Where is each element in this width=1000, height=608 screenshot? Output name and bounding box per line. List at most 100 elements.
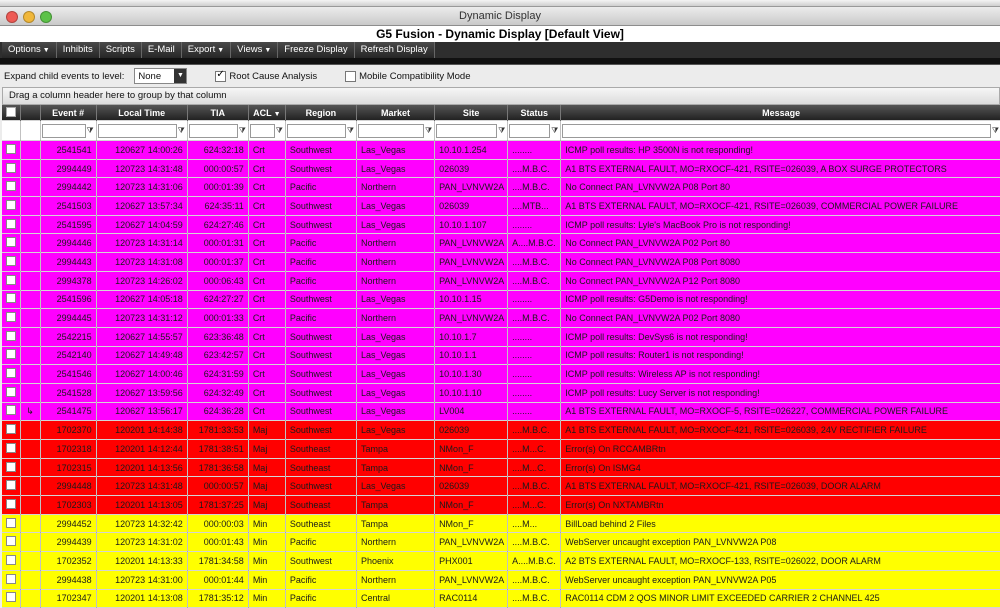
filter-icon[interactable]: ⧩: [346, 126, 355, 136]
select-all-header[interactable]: [2, 105, 21, 121]
table-row[interactable]: 1702347 120201 14:13:08 1781:35:12 Min Pacif…: [2, 589, 1000, 608]
filter-input[interactable]: [562, 123, 991, 138]
table-row[interactable]: 2994449 120723 14:31:48 000:00:57 Crt Southw…: [2, 159, 1000, 179]
row-checkbox[interactable]: [6, 368, 16, 379]
table-row[interactable]: 2994446 120723 14:31:14 000:01:31 Crt Pacifi…: [2, 233, 1000, 254]
table-row[interactable]: 2994448 120723 14:31:48 000:00:57 Maj Southw…: [2, 476, 1000, 497]
menu-export[interactable]: Export ▼: [181, 42, 232, 58]
table-row[interactable]: 2541503 120627 13:57:34 624:35:11 Crt Southw…: [2, 196, 1000, 216]
menu-freeze-display[interactable]: Freeze Display: [278, 42, 355, 58]
row-select-cell[interactable]: [2, 215, 21, 235]
menu-refresh-display[interactable]: Refresh Display: [354, 42, 435, 58]
menu-scripts[interactable]: Scripts: [99, 42, 142, 58]
row-select-cell[interactable]: [2, 140, 21, 160]
group-by-drop-zone[interactable]: Drag a column header here to group by th…: [2, 87, 1000, 105]
table-row[interactable]: ↳ 2541475 120627 13:56:17 624:36:28 Crt South…: [2, 402, 1000, 422]
row-checkbox[interactable]: [6, 255, 16, 266]
table-row[interactable]: 2541546 120627 14:00:46 624:31:59 Crt Southw…: [2, 364, 1000, 384]
row-select-cell[interactable]: [2, 196, 21, 216]
filter-icon[interactable]: ⧩: [275, 126, 284, 136]
row-checkbox[interactable]: [6, 554, 16, 565]
row-checkbox[interactable]: [6, 237, 16, 248]
table-row[interactable]: 2542140 120627 14:49:48 623:42:57 Crt Southw…: [2, 346, 1000, 366]
row-select-cell[interactable]: [2, 346, 21, 366]
row-select-cell[interactable]: [2, 159, 21, 179]
row-select-cell[interactable]: [2, 364, 21, 384]
row-select-cell[interactable]: [2, 327, 21, 347]
root-cause-checkbox[interactable]: [215, 69, 227, 82]
row-select-cell[interactable]: [2, 514, 21, 534]
row-select-cell[interactable]: [2, 252, 21, 272]
table-row[interactable]: 1702315 120201 14:13:56 1781:36:58 Maj South…: [2, 458, 1000, 478]
table-row[interactable]: 1702303 120201 14:13:05 1781:37:25 Maj South…: [2, 495, 1000, 515]
table-row[interactable]: 2541596 120627 14:05:18 624:27:27 Crt Southw…: [2, 290, 1000, 310]
table-row[interactable]: 2994439 120723 14:31:02 000:01:43 Min Pacifi…: [2, 532, 1000, 553]
row-select-cell[interactable]: [2, 402, 21, 422]
filter-input[interactable]: [357, 123, 425, 138]
row-checkbox[interactable]: [6, 517, 16, 528]
filter-icon[interactable]: ⧩: [86, 126, 95, 136]
filter-icon[interactable]: ⧩: [497, 126, 506, 136]
row-select-cell[interactable]: [2, 420, 21, 440]
row-checkbox[interactable]: [6, 349, 16, 360]
row-checkbox[interactable]: [6, 536, 16, 547]
child-link-icon[interactable]: ↳: [26, 406, 34, 416]
row-checkbox[interactable]: [6, 592, 16, 603]
row-checkbox[interactable]: [6, 405, 16, 416]
row-checkbox[interactable]: [6, 143, 16, 154]
column-header-local-time[interactable]: Local Time: [96, 105, 188, 121]
table-row[interactable]: 2994378 120723 14:26:02 000:06:43 Crt Pacifi…: [2, 271, 1000, 291]
row-checkbox[interactable]: [6, 162, 16, 173]
filter-input[interactable]: [41, 123, 86, 138]
row-checkbox[interactable]: [6, 312, 16, 323]
filter-icon[interactable]: ⧩: [424, 126, 433, 136]
row-checkbox[interactable]: [6, 461, 16, 472]
row-checkbox[interactable]: [6, 330, 16, 341]
table-row[interactable]: 2994443 120723 14:31:08 000:01:37 Crt Pacifi…: [2, 252, 1000, 272]
menu-options[interactable]: Options ▼: [2, 42, 57, 58]
row-select-cell[interactable]: [2, 177, 21, 198]
row-checkbox[interactable]: [6, 181, 16, 192]
column-header-region[interactable]: Region: [285, 105, 357, 121]
menu-e-mail[interactable]: E-Mail: [141, 42, 182, 58]
row-checkbox[interactable]: [6, 498, 16, 509]
row-checkbox[interactable]: [6, 480, 16, 491]
row-select-cell[interactable]: [2, 589, 21, 608]
root-cause-toggle[interactable]: Root Cause Analysis: [215, 69, 317, 82]
row-checkbox[interactable]: [6, 274, 16, 285]
row-select-cell[interactable]: [2, 570, 21, 590]
table-row[interactable]: 2541541 120627 14:00:26 624:32:18 Crt Southw…: [2, 140, 1000, 160]
filter-input[interactable]: [188, 123, 238, 138]
table-row[interactable]: 2994442 120723 14:31:06 000:01:39 Crt Pacifi…: [2, 177, 1000, 198]
table-row[interactable]: 2994445 120723 14:31:12 000:01:33 Crt Pacifi…: [2, 308, 1000, 328]
row-select-cell[interactable]: [2, 233, 21, 254]
column-header-message[interactable]: Message: [560, 105, 1000, 121]
filter-input[interactable]: [249, 123, 275, 138]
row-select-cell[interactable]: [2, 495, 21, 515]
row-select-cell[interactable]: [2, 308, 21, 328]
filter-input[interactable]: [286, 123, 346, 138]
row-select-cell[interactable]: [2, 439, 21, 459]
table-row[interactable]: 2542215 120627 14:55:57 623:36:48 Crt Southw…: [2, 327, 1000, 347]
row-checkbox[interactable]: [6, 218, 16, 229]
filter-icon[interactable]: ⧩: [991, 126, 1000, 136]
menu-views[interactable]: Views ▼: [231, 42, 279, 58]
filter-icon[interactable]: ⧩: [177, 126, 186, 136]
mobile-mode-checkbox[interactable]: [345, 70, 357, 82]
minimize-icon[interactable]: [23, 11, 35, 23]
mobile-mode-toggle[interactable]: Mobile Compatibility Mode: [345, 70, 471, 82]
row-select-cell[interactable]: [2, 458, 21, 478]
row-select-cell[interactable]: [2, 290, 21, 310]
row-checkbox[interactable]: [6, 442, 16, 453]
row-select-cell[interactable]: [2, 383, 21, 403]
row-select-cell[interactable]: [2, 271, 21, 291]
expand-level-select[interactable]: None ▼: [134, 68, 188, 84]
table-row[interactable]: 2994452 120723 14:32:42 000:00:03 Min Southe…: [2, 514, 1000, 534]
zoom-icon[interactable]: [40, 11, 52, 23]
row-checkbox[interactable]: [6, 424, 16, 435]
table-row[interactable]: 1702352 120201 14:13:33 1781:34:58 Min South…: [2, 551, 1000, 571]
row-checkbox[interactable]: [6, 293, 16, 304]
column-header-status[interactable]: Status: [507, 105, 562, 121]
column-header-acl[interactable]: ACL ▼: [248, 105, 286, 121]
filter-icon[interactable]: ⧩: [238, 126, 247, 136]
